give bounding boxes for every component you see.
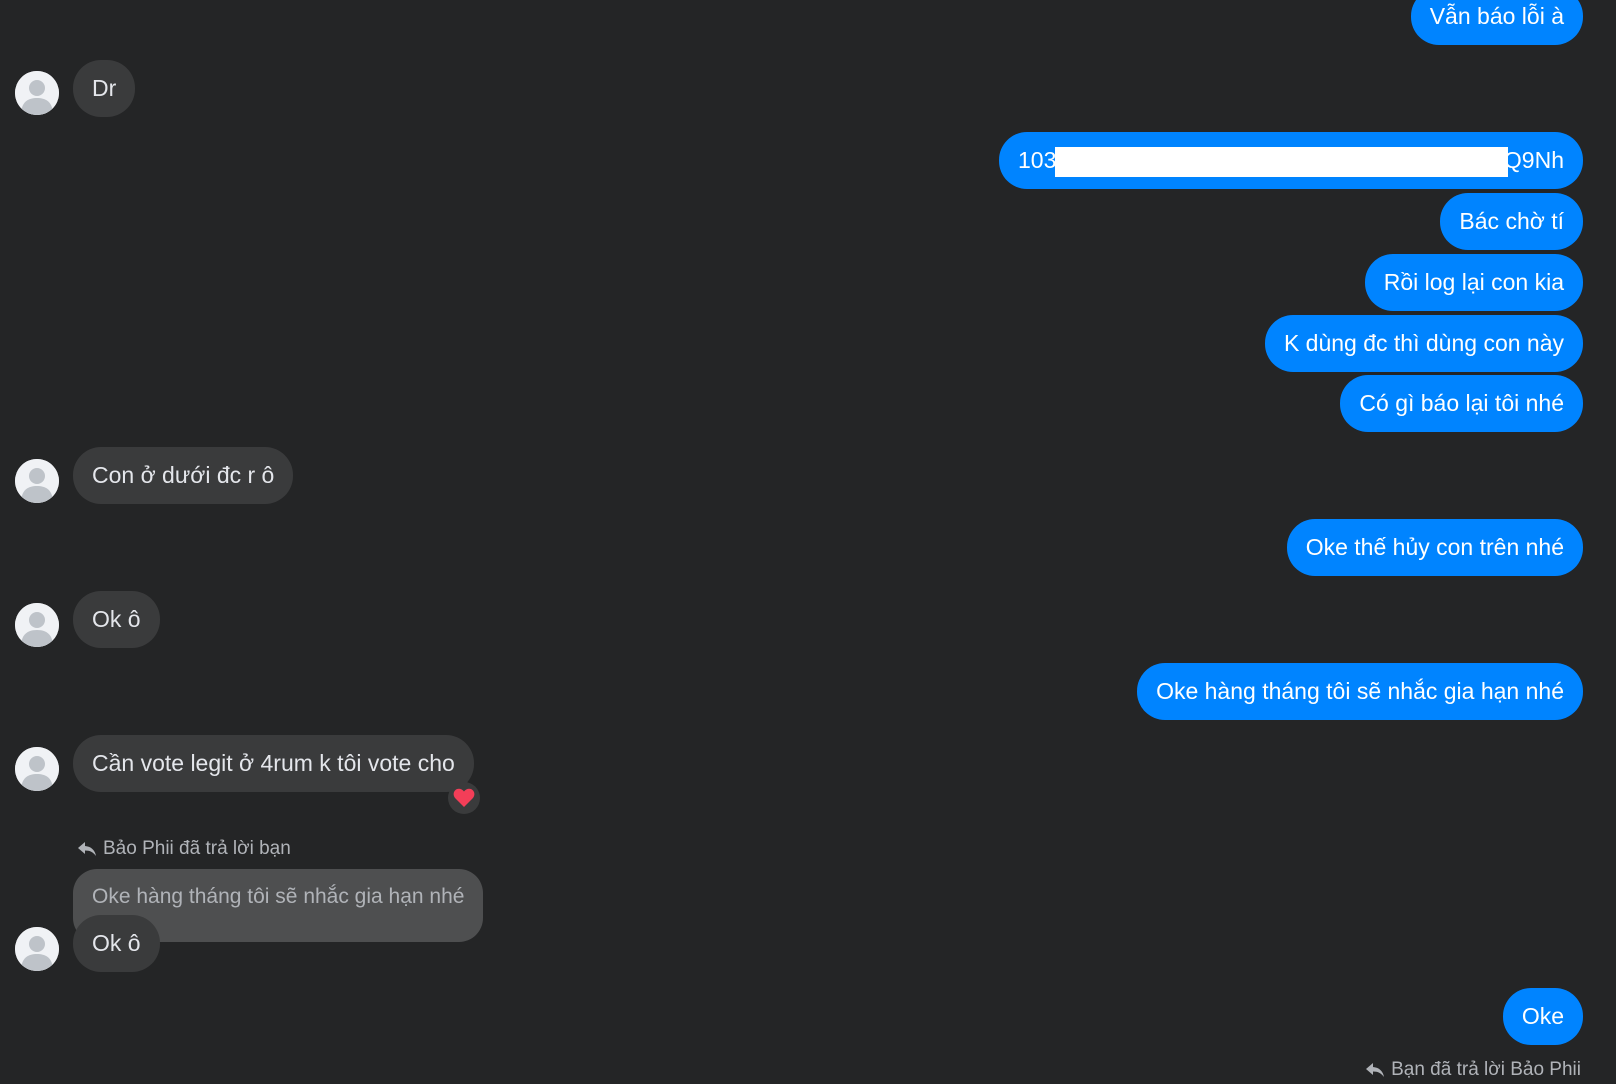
message-text-start: 103 (1018, 147, 1057, 173)
outgoing-message[interactable]: Oke hàng tháng tôi sẽ nhắc gia hạn nhé (1137, 663, 1583, 720)
reply-label-text: Bảo Phii đã trả lời bạn (103, 838, 291, 859)
outgoing-message[interactable]: Oke (1502, 988, 1583, 1045)
default-avatar-icon (15, 747, 59, 791)
message-text: Oke (1521, 1003, 1564, 1029)
contact-avatar[interactable] (15, 603, 59, 647)
message-text: Dr (92, 75, 117, 101)
incoming-message[interactable]: Dr (73, 60, 136, 117)
redaction-box (1055, 147, 1508, 177)
outgoing-message[interactable]: Rồi log lại con kia (1364, 254, 1583, 311)
message-text: K dùng đc thì dùng con này (1283, 330, 1564, 356)
incoming-message[interactable]: Ok ô (73, 591, 160, 648)
message-text: Rồi log lại con kia (1383, 269, 1564, 295)
message-text: Bác chờ tí (1459, 208, 1564, 234)
heart-icon (453, 788, 475, 807)
message-text: Con ở dưới đc r ô (92, 462, 275, 488)
reply-indicator: Bạn đã trả lời Bảo Phii (1365, 1059, 1581, 1081)
outgoing-message[interactable]: Vẫn báo lỗi à (1410, 0, 1583, 45)
message-text: Ok ô (92, 606, 141, 632)
outgoing-message[interactable]: Bác chờ tí (1440, 193, 1583, 250)
message-text: Cần vote legit ở 4rum k tôi vote cho (92, 750, 455, 776)
contact-avatar[interactable] (15, 459, 59, 503)
default-avatar-icon (15, 71, 59, 115)
contact-avatar[interactable] (15, 71, 59, 115)
reply-arrow-icon (1366, 1063, 1385, 1077)
message-text: Oke hàng tháng tôi sẽ nhắc gia hạn nhé (1156, 678, 1564, 704)
message-text: Ok ô (92, 930, 141, 956)
incoming-message[interactable]: Con ở dưới đc r ô (73, 447, 294, 504)
message-text: Có gì báo lại tôi nhé (1359, 390, 1564, 416)
incoming-message[interactable]: Cần vote legit ở 4rum k tôi vote cho (73, 735, 474, 792)
reply-label-text: Bạn đã trả lời Bảo Phii (1391, 1059, 1581, 1080)
outgoing-message[interactable]: Oke thế hủy con trên nhé (1286, 519, 1583, 576)
contact-avatar[interactable] (15, 927, 59, 971)
outgoing-message[interactable]: K dùng đc thì dùng con này (1264, 315, 1583, 372)
default-avatar-icon (15, 459, 59, 503)
incoming-message[interactable]: Ok ô (73, 915, 160, 972)
outgoing-message[interactable]: Có gì báo lại tôi nhé (1340, 375, 1583, 432)
default-avatar-icon (15, 603, 59, 647)
message-text-end: Q9Nh (1503, 147, 1564, 173)
reply-indicator: Bảo Phii đã trả lời bạn (77, 838, 291, 860)
reply-arrow-icon (78, 842, 96, 856)
message-text: Vẫn báo lỗi à (1429, 3, 1564, 29)
default-avatar-icon (15, 927, 59, 971)
contact-avatar[interactable] (15, 747, 59, 791)
message-reaction[interactable] (448, 782, 480, 814)
message-text: Oke thế hủy con trên nhé (1305, 534, 1564, 560)
quoted-text: Oke hàng tháng tôi sẽ nhắc gia hạn nhé (92, 885, 465, 908)
